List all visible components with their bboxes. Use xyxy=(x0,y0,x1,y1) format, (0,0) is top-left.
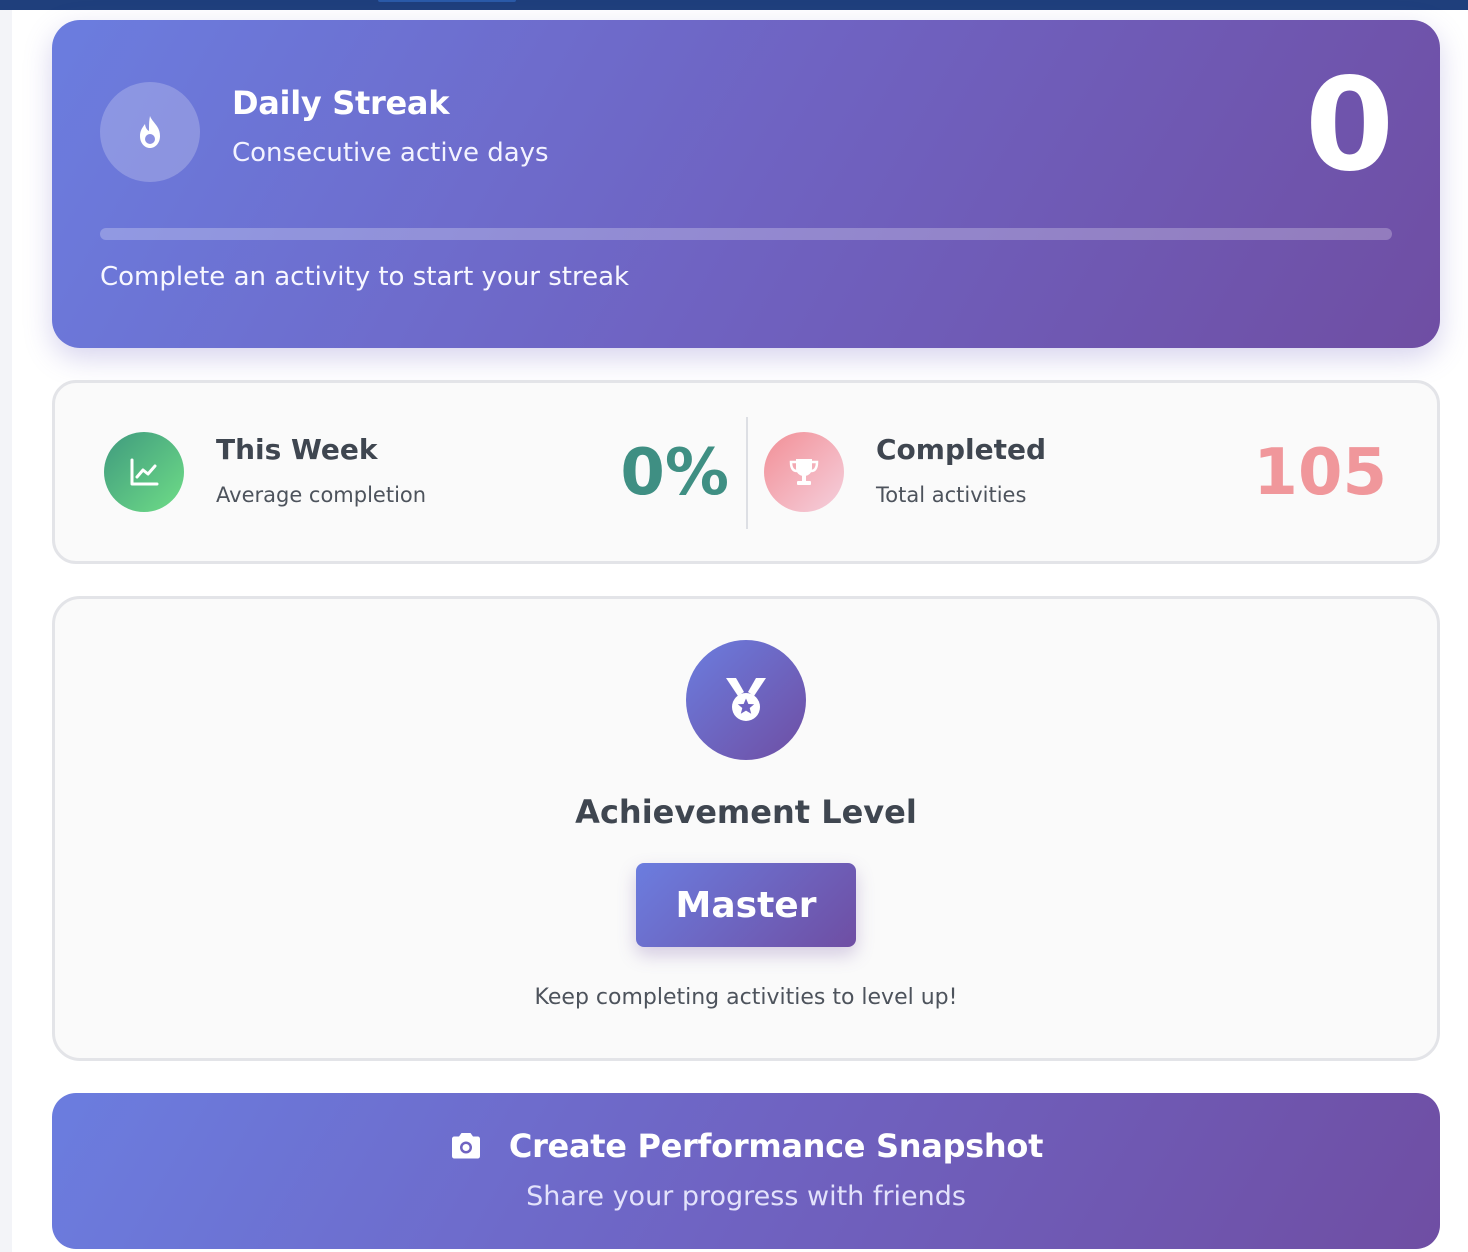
top-navigation-bar xyxy=(0,0,1468,10)
achievement-title: Achievement Level xyxy=(575,793,917,831)
trophy-icon xyxy=(764,432,844,512)
completed-stat-title: Completed xyxy=(876,433,1047,466)
medal-icon xyxy=(686,640,806,760)
week-stat-title: This Week xyxy=(216,433,378,466)
create-snapshot-button[interactable]: Create Performance Snapshot Share your p… xyxy=(52,1093,1440,1249)
achievement-card: Achievement Level Master Keep completing… xyxy=(52,596,1440,1061)
stats-divider xyxy=(746,417,748,529)
snapshot-subtitle: Share your progress with friends xyxy=(526,1181,966,1212)
achievement-hint: Keep completing activities to level up! xyxy=(534,985,958,1010)
snapshot-title: Create Performance Snapshot xyxy=(508,1127,1044,1165)
achievement-level-badge: Master xyxy=(636,863,856,947)
flame-icon xyxy=(100,82,200,182)
completed-stat-value: 105 xyxy=(1253,436,1387,510)
stats-card: This Week Average completion 0% Complete… xyxy=(52,380,1440,564)
streak-subtitle: Consecutive active days xyxy=(232,138,549,168)
completed-stat-subtitle: Total activities xyxy=(876,483,1027,507)
chart-line-icon xyxy=(104,432,184,512)
streak-count: 0 xyxy=(1304,51,1394,200)
streak-title: Daily Streak xyxy=(232,84,450,122)
week-stat-subtitle: Average completion xyxy=(216,483,427,507)
snapshot-heading-row: Create Performance Snapshot xyxy=(52,1127,1440,1165)
streak-progress-bar xyxy=(100,228,1392,240)
streak-message: Complete an activity to start your strea… xyxy=(100,262,630,292)
camera-icon xyxy=(449,1129,483,1163)
active-tab-indicator xyxy=(378,0,516,2)
daily-streak-card: Daily Streak Consecutive active days 0 C… xyxy=(52,20,1440,348)
week-stat-value: 0% xyxy=(620,436,729,510)
